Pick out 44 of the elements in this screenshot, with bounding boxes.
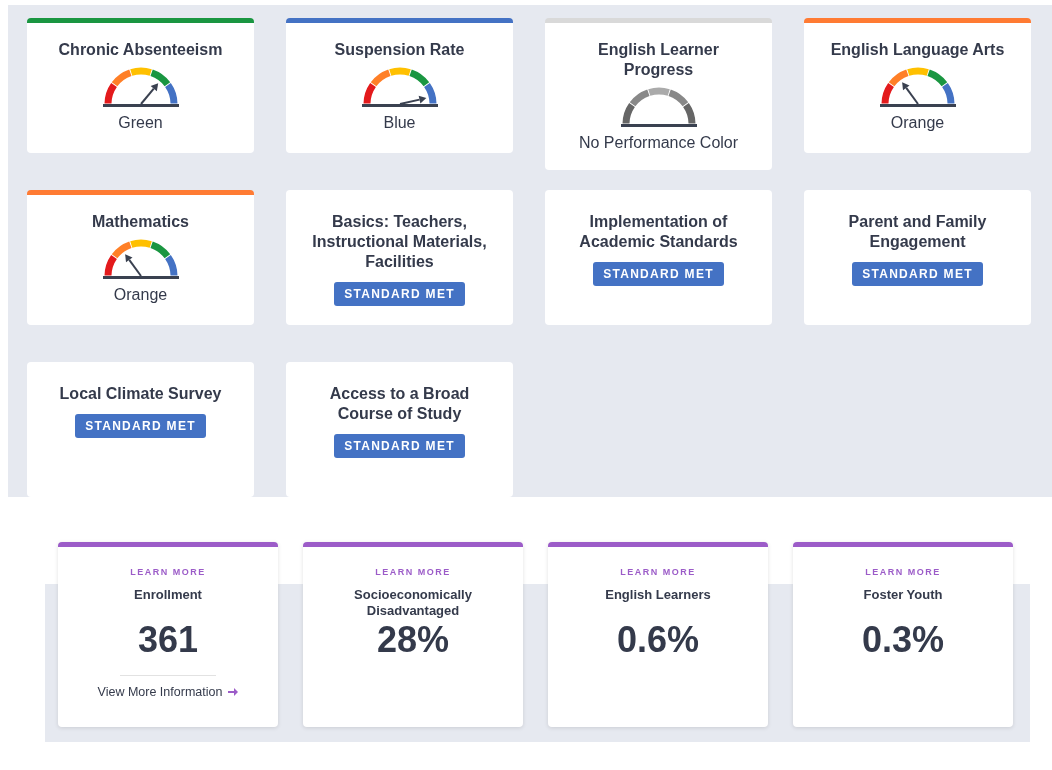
indicator-title: Suspension Rate	[334, 40, 465, 60]
status-label: Orange	[890, 114, 945, 132]
indicator-title: Implementation of Academic Standards	[578, 212, 739, 252]
indicator-title: Local Climate Survey	[59, 384, 222, 404]
indicator-card[interactable]: Basics: Teachers, Instructional Materials, Facilities STANDARD MET	[286, 190, 513, 325]
indicator-title: Chronic Absenteeism	[58, 40, 223, 60]
indicator-title: Access to a Broad Course of Study	[328, 384, 471, 424]
indicator-title: Parent and Family Engagement	[847, 212, 988, 252]
stat-title: Foster Youth	[862, 587, 944, 604]
view-more-link[interactable]: View More Information	[97, 685, 239, 699]
status-label: Blue	[383, 114, 416, 132]
indicator-card[interactable]: Suspension Rate Blue	[286, 18, 513, 153]
stat-title: Enrollment	[133, 587, 203, 604]
status-badge: STANDARD MET	[852, 262, 983, 286]
status-badge: STANDARD MET	[75, 414, 206, 438]
status-badge: STANDARD MET	[593, 262, 724, 286]
stat-value: 0.6%	[616, 619, 700, 661]
stat-value: 28%	[376, 619, 450, 661]
indicator-card[interactable]: Parent and Family Engagement STANDARD MET	[804, 190, 1031, 325]
arrow-right-icon	[228, 687, 239, 697]
learn-more-link[interactable]: LEARN MORE	[375, 567, 451, 577]
status-label: Green	[118, 114, 163, 132]
indicator-card[interactable]: Implementation of Academic Standards STANDARD MET	[545, 190, 772, 325]
status-badge: STANDARD MET	[334, 434, 465, 458]
learn-more-link[interactable]: LEARN MORE	[620, 567, 696, 577]
indicator-card[interactable]: English Learner Progress No Performance Color	[545, 18, 772, 170]
indicator-title: Mathematics	[92, 212, 189, 232]
status-label: Orange	[113, 286, 168, 304]
stat-title: Socioeconomically Disadvantaged	[353, 587, 473, 619]
learn-more-link[interactable]: LEARN MORE	[865, 567, 941, 577]
stat-value: 361	[137, 619, 199, 661]
indicator-title: Basics: Teachers, Instructional Materials, Facilities	[311, 212, 488, 272]
status-badge: STANDARD MET	[334, 282, 465, 306]
learn-more-link[interactable]: LEARN MORE	[130, 567, 206, 577]
indicator-title: English Learner Progress	[597, 40, 720, 80]
indicator-card[interactable]: English Language Arts Orange	[804, 18, 1031, 153]
indicator-card[interactable]: Access to a Broad Course of Study STANDARD MET	[286, 362, 513, 497]
indicator-title: English Language Arts	[830, 40, 1005, 60]
indicator-card[interactable]: Chronic Absenteeism Green	[27, 18, 254, 153]
stat-title: English Learners	[604, 587, 712, 604]
indicator-card[interactable]: Local Climate Survey STANDARD MET	[27, 362, 254, 497]
stat-value: 0.3%	[861, 619, 945, 661]
indicator-card[interactable]: Mathematics Orange	[27, 190, 254, 325]
status-label: No Performance Color	[578, 134, 739, 152]
